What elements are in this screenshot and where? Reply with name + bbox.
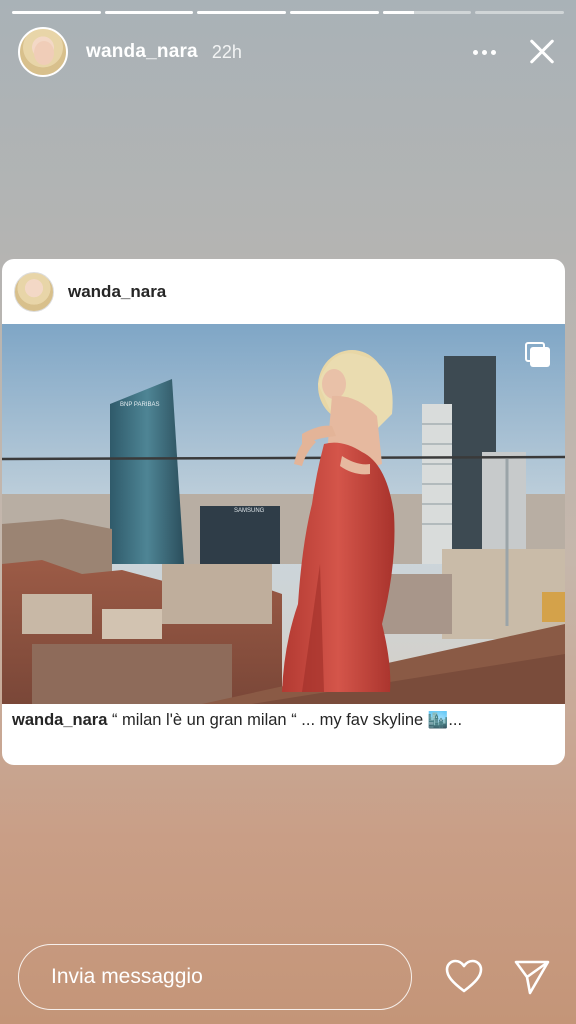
post-photo: BNP PARIBAS SAMSUNG xyxy=(2,324,565,704)
progress-segment xyxy=(382,11,472,14)
progress-segment xyxy=(104,11,194,14)
svg-text:SAMSUNG: SAMSUNG xyxy=(234,508,265,514)
story-footer xyxy=(18,944,556,1010)
heart-icon[interactable] xyxy=(444,957,484,997)
post-header: wanda_nara xyxy=(2,259,565,324)
progress-segment xyxy=(12,11,101,14)
story-progress-bar xyxy=(12,11,565,14)
multiple-images-icon xyxy=(525,342,551,368)
post-username: wanda_nara xyxy=(68,281,167,301)
send-message-input[interactable] xyxy=(18,944,412,1010)
avatar[interactable] xyxy=(18,27,68,77)
caption-text: “ milan l'è un gran milan “ ... my fav s… xyxy=(111,711,463,729)
more-horizontal-icon xyxy=(472,49,478,55)
send-icon[interactable] xyxy=(512,957,552,997)
story-timestamp: 22h xyxy=(211,41,242,62)
skyline-image: BNP PARIBAS SAMSUNG xyxy=(2,324,565,704)
progress-segment xyxy=(475,11,565,14)
story-header: wanda_nara 22h xyxy=(18,26,562,78)
svg-text:BNP PARIBAS: BNP PARIBAS xyxy=(120,402,159,408)
post-avatar xyxy=(14,271,54,312)
shared-post-card[interactable]: wanda_nara BNP PARIBAS SAMSUNG wanda_nar… xyxy=(2,259,565,765)
story-username[interactable]: wanda_nara xyxy=(86,41,198,63)
caption-username: wanda_nara xyxy=(12,711,108,729)
progress-segment xyxy=(290,11,379,14)
progress-segment xyxy=(197,11,287,14)
close-icon[interactable] xyxy=(522,32,562,72)
more-options-button[interactable] xyxy=(466,34,502,70)
post-caption: wanda_nara “ milan l'è un gran milan “ .… xyxy=(12,711,555,730)
